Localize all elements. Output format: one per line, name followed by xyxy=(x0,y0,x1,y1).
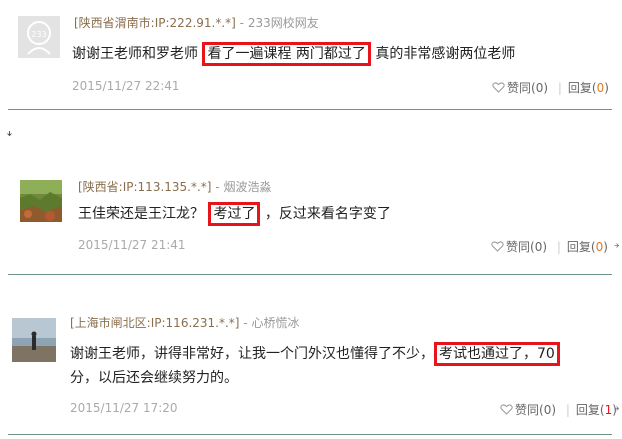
location-ip: [陕西省:IP:113.135.*.*] xyxy=(78,180,212,194)
reply-button[interactable]: 回复(1) xyxy=(576,403,617,417)
user-name[interactable]: 烟波浩淼 xyxy=(223,180,271,194)
comment-text: 谢谢王老师，讲得非常好，让我一个门外汉也懂得了不少， 考试也通过了，70 分，以后… xyxy=(70,342,615,390)
text-after: 真的非常感谢两位老师 xyxy=(375,46,516,62)
highlight-box: 考过了 xyxy=(208,202,261,226)
comment-item: [上海市闸北区:IP:116.231.*.*] - 心桥慌冰 谢谢王老师，讲得非… xyxy=(0,300,622,439)
location-ip: [陕西省渭南市:IP:222.91.*.*] xyxy=(74,16,236,30)
action-divider: | xyxy=(565,403,570,417)
beach-person-avatar-icon[interactable] xyxy=(12,318,56,362)
reply-button[interactable]: 回复(0) xyxy=(568,81,609,95)
comment-date: 2015/11/27 21:41 xyxy=(78,238,186,252)
like-label: 赞同 xyxy=(506,240,531,254)
text-after: ，反过来看名字变了 xyxy=(264,206,391,222)
text-before: 王佳荣还是王江龙？ xyxy=(78,206,204,222)
like-label: 赞同 xyxy=(515,403,540,417)
arrow-icon xyxy=(614,406,619,411)
action-divider: | xyxy=(556,240,561,254)
like-paren-close: ) xyxy=(551,403,557,417)
landscape-avatar-icon[interactable] xyxy=(20,180,62,222)
reply-label: 回复 xyxy=(575,403,600,417)
reply-label: 回复 xyxy=(567,81,592,95)
meta-separator: - xyxy=(243,316,248,330)
like-button[interactable]: 赞同(0) xyxy=(492,81,552,95)
comment-date: 2015/11/27 22:41 xyxy=(72,79,180,93)
comment-date: 2015/11/27 17:20 xyxy=(70,401,178,415)
highlight-box: 看了一遍课程 两门都过了 xyxy=(202,42,371,66)
reply-paren-close: ) xyxy=(603,240,608,254)
heart-icon xyxy=(492,82,505,93)
like-paren-close: ) xyxy=(543,81,549,95)
comment-text: 王佳荣还是王江龙？ 考过了 ，反过来看名字变了 xyxy=(78,202,598,226)
comment-actions: 赞同(0) | 回复(1) xyxy=(500,401,617,418)
meta-separator: - xyxy=(215,180,220,194)
comment-actions: 赞同(0) | 回复(0) xyxy=(492,79,609,96)
location-ip: [上海市闸北区:IP:116.231.*.*] xyxy=(70,316,240,330)
comment-meta: [陕西省渭南市:IP:222.91.*.*] - 233网校网友 xyxy=(74,14,319,31)
comment-divider xyxy=(8,274,612,275)
svg-text:233: 233 xyxy=(31,30,46,39)
arrow-down-icon xyxy=(7,131,12,136)
default-avatar-icon[interactable]: 233 xyxy=(18,16,60,58)
reply-label: 回复 xyxy=(566,240,591,254)
comment-actions: 赞同(0) | 回复(0) xyxy=(491,238,608,255)
heart-icon xyxy=(491,241,504,252)
comment-divider xyxy=(8,109,612,110)
text-after: 分，以后还会继续努力的。 xyxy=(70,370,238,386)
like-label: 赞同 xyxy=(507,81,532,95)
heart-icon xyxy=(500,404,513,415)
arrow-icon xyxy=(614,243,619,248)
reply-paren-close: ) xyxy=(604,81,609,95)
text-before: 谢谢王老师和罗老师 xyxy=(72,46,198,62)
highlight-box: 考试也通过了，70 xyxy=(434,342,560,366)
like-paren-close: ) xyxy=(542,240,548,254)
comment-meta: [陕西省:IP:113.135.*.*] - 烟波浩淼 xyxy=(78,178,272,195)
user-name[interactable]: 233网校网友 xyxy=(248,16,319,30)
reply-button[interactable]: 回复(0) xyxy=(567,240,608,254)
meta-separator: - xyxy=(239,16,245,30)
comment-item: [陕西省:IP:113.135.*.*] - 烟波浩淼 王佳荣还是王江龙？ 考过… xyxy=(0,160,622,280)
comment-item: 233 [陕西省渭南市:IP:222.91.*.*] - 233网校网友 谢谢王… xyxy=(0,0,622,112)
action-divider: | xyxy=(557,81,562,95)
comment-divider xyxy=(8,434,612,435)
user-name[interactable]: 心桥慌冰 xyxy=(251,316,299,330)
comment-text: 谢谢王老师和罗老师 看了一遍课程 两门都过了 真的非常感谢两位老师 xyxy=(72,42,612,66)
comment-meta: [上海市闸北区:IP:116.231.*.*] - 心桥慌冰 xyxy=(70,314,300,331)
like-button[interactable]: 赞同(0) xyxy=(491,240,551,254)
like-button[interactable]: 赞同(0) xyxy=(500,403,560,417)
text-before: 谢谢王老师，讲得非常好，让我一个门外汉也懂得了不少， xyxy=(70,346,434,362)
